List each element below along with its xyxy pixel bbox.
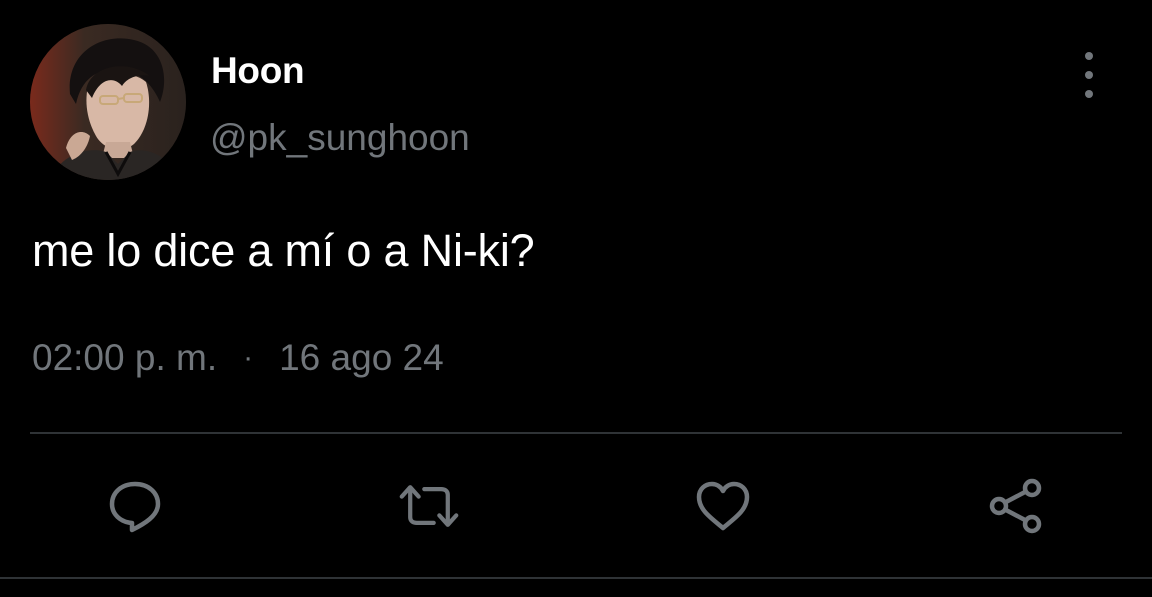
heart-icon [696,481,750,531]
bottom-divider [0,577,1152,579]
user-handle[interactable]: @pk_sunghoon [210,117,470,159]
more-options-icon [1085,52,1093,60]
tweet-text: me lo dice a mí o a Ni-ki? [32,225,535,276]
like-button[interactable] [692,478,754,534]
more-options-dot [1085,71,1093,79]
meta-separator: · [243,341,254,374]
tweet-date[interactable]: 16 ago 24 [279,337,444,379]
display-name[interactable]: Hoon [211,50,305,92]
more-options-button[interactable] [1074,52,1104,98]
share-button[interactable] [986,478,1048,534]
tweet-time[interactable]: 02:00 p. m. [32,337,217,379]
share-nodes-icon [989,478,1042,534]
divider [30,432,1122,434]
avatar[interactable] [30,24,186,180]
more-options-dot [1085,90,1093,98]
retweet-arrows-icon [399,485,459,527]
reply-button[interactable] [104,478,166,534]
avatar-image [30,24,186,180]
retweet-button[interactable] [398,478,460,534]
tweet-meta: 02:00 p. m. · 16 ago 24 [32,337,444,379]
speech-bubble-icon [109,481,161,533]
